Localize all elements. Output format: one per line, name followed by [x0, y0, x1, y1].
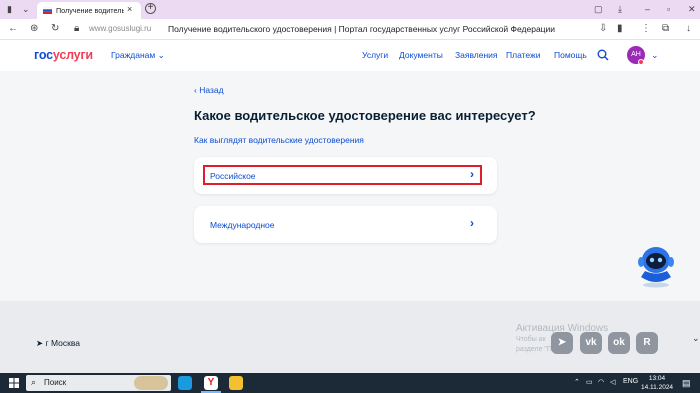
browser-page-title: Получение водительского удостоверения | … — [168, 24, 556, 34]
telegram-icon[interactable]: ➤ — [551, 332, 573, 354]
nav-help[interactable]: Помощь — [554, 50, 587, 60]
reader-icon[interactable]: ⇩ — [599, 23, 607, 34]
notification-dot — [638, 59, 644, 65]
chevron-right-icon: › — [470, 216, 474, 230]
chevron-down-icon[interactable]: ⌄ — [22, 4, 30, 15]
citizens-menu[interactable]: Гражданам ⌄ — [111, 50, 165, 61]
chevron-down-icon: ⌄ — [157, 50, 165, 60]
taskbar-search[interactable]: ⌕ Поиск — [26, 375, 171, 391]
windows-activation-line2: разделе "П — [516, 346, 552, 353]
url-text[interactable]: www.gosuslugi.ru — [89, 24, 151, 33]
page-title: Какое водительское удостоверение вас инт… — [194, 108, 536, 123]
browser-menu-icon[interactable]: ▮ — [7, 4, 12, 15]
close-tab-icon[interactable]: × — [127, 4, 132, 14]
search-icon[interactable] — [597, 49, 609, 61]
browser-tab-strip: ▮ ⌄ Получение водительск × + ▢ ⤓ – ▫ ✕ — [0, 0, 700, 19]
tray-chevron-up-icon[interactable]: ⌃ — [574, 378, 580, 386]
maximize-icon[interactable]: ▫ — [667, 4, 670, 14]
logo-part-gos: гос — [34, 48, 53, 62]
city-selector[interactable]: ➤ г Москва — [36, 338, 80, 349]
windows-start-icon[interactable] — [9, 378, 19, 388]
windows-activation-line1: Чтобы ак — [516, 336, 546, 343]
bookmark-icon[interactable]: ▮ — [617, 23, 623, 34]
address-bar: ← ⊛ ↻ 🔒︎ www.gosuslugi.ru Получение води… — [0, 19, 700, 40]
downloads-icon[interactable]: ⤓ — [618, 4, 622, 15]
rutube-icon[interactable]: R — [636, 332, 658, 354]
back-link[interactable]: ‹ Назад — [194, 85, 224, 95]
taskbar-search-label: Поиск — [44, 378, 67, 387]
search-icon: ⌕ — [31, 377, 37, 387]
language-indicator[interactable]: ENG — [623, 378, 638, 385]
nav-documents[interactable]: Документы — [399, 50, 443, 60]
clock-date: 14.11.2024 — [641, 384, 674, 391]
windows-taskbar: ⌕ Поиск Y ⌃ ▭ ◠ ◁ ENG 13:04 14.11.2024 ▤ — [0, 373, 700, 393]
license-examples-link[interactable]: Как выглядят водительские удостоверения — [194, 135, 364, 145]
close-window-icon[interactable]: ✕ — [688, 4, 696, 15]
reload-icon[interactable]: ↻ — [51, 23, 59, 34]
logo-part-uslugi: услуги — [52, 48, 93, 62]
battery-icon[interactable]: ▭ — [586, 378, 593, 386]
nav-payments[interactable]: Платежи — [506, 50, 540, 60]
scroll-down-icon[interactable]: ⌄ — [692, 333, 700, 344]
back-label: Назад — [199, 85, 224, 95]
download-icon[interactable]: ↓ — [686, 23, 691, 34]
location-arrow-icon: ➤ — [36, 338, 44, 348]
minimize-icon[interactable]: – — [645, 4, 650, 14]
taskbar-clock[interactable]: 13:04 14.11.2024 — [641, 374, 673, 392]
russia-flag-icon — [43, 7, 52, 14]
chevron-down-icon[interactable]: ⌄ — [651, 50, 659, 61]
new-tab-button[interactable]: + — [145, 3, 156, 14]
search-highlight-image — [134, 376, 168, 390]
citizens-label: Гражданам — [111, 50, 156, 60]
collections-icon[interactable]: ▢ — [594, 4, 603, 15]
browser-tab[interactable]: Получение водительск × — [37, 2, 141, 19]
back-arrow-icon[interactable]: ← — [8, 23, 18, 34]
nav-services[interactable]: Услуги — [362, 50, 388, 60]
yandex-browser-icon[interactable]: Y — [204, 376, 218, 390]
more-icon[interactable]: ⋮ — [641, 23, 651, 34]
edge-icon[interactable] — [178, 376, 192, 390]
lock-icon[interactable]: 🔒︎ — [74, 23, 79, 34]
robot-assistant-icon[interactable] — [633, 243, 679, 288]
option-international-label: Международное — [210, 220, 275, 230]
yandex-icon[interactable]: ⊛ — [30, 23, 38, 34]
vk-icon[interactable]: vk — [580, 332, 602, 354]
extensions-icon[interactable]: ⧉ — [662, 23, 669, 34]
nav-applications[interactable]: Заявления — [455, 50, 498, 60]
clock-time: 13:04 — [648, 375, 666, 382]
network-icon[interactable]: ◠ — [598, 378, 604, 386]
option-international[interactable]: Международное › — [194, 206, 497, 243]
chevron-left-icon: ‹ — [194, 85, 197, 95]
notifications-icon[interactable]: ▤ — [682, 378, 691, 389]
file-explorer-icon[interactable] — [229, 376, 243, 390]
gosuslugi-logo[interactable]: госуслуги — [34, 48, 93, 62]
selection-highlight — [203, 165, 482, 185]
volume-icon[interactable]: ◁ — [610, 378, 615, 386]
tab-title: Получение водительск — [56, 6, 124, 15]
city-label: г Москва — [45, 338, 80, 348]
odnoklassniki-icon[interactable]: ok — [608, 332, 630, 354]
